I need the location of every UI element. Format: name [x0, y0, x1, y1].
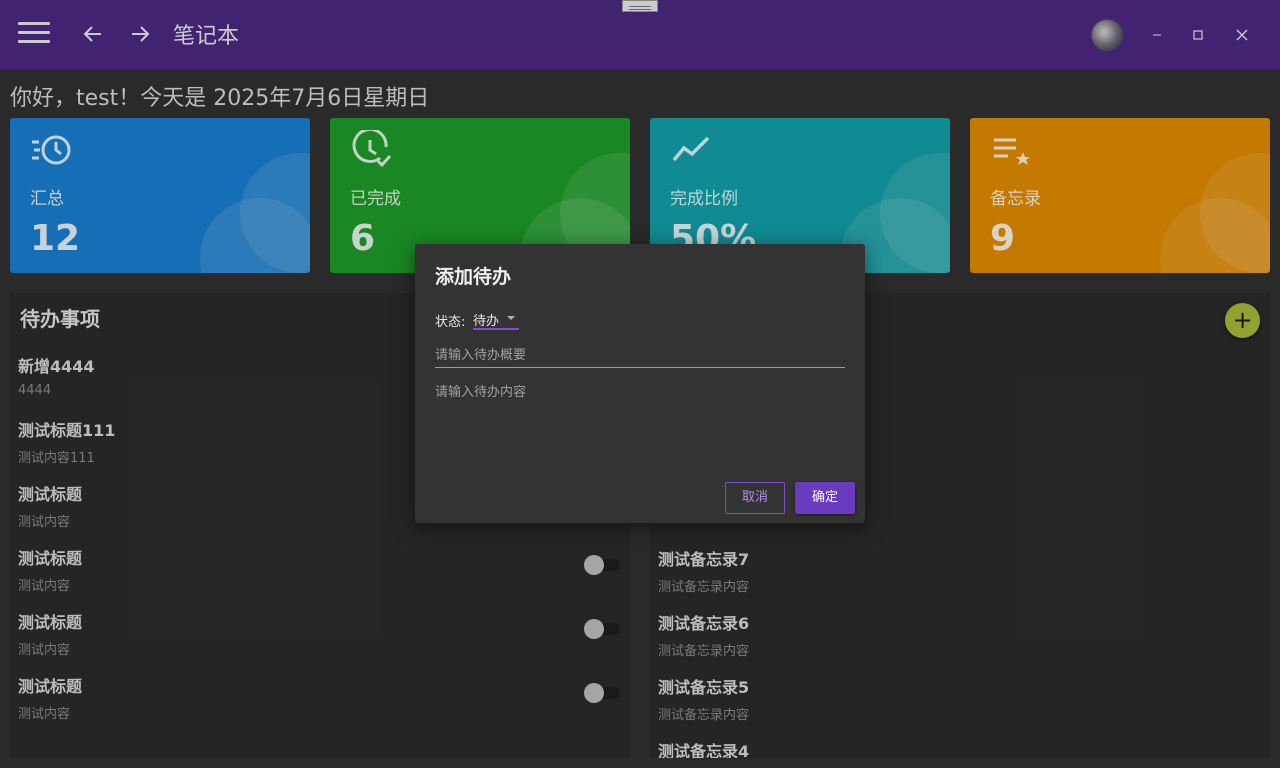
status-select-value: 待办: [473, 314, 500, 329]
todo-content-input[interactable]: 请输入待办内容: [435, 381, 845, 471]
chevron-down-icon: [507, 316, 515, 320]
status-label: 状态:: [435, 315, 466, 330]
todo-summary-input[interactable]: 请输入待办概要: [435, 344, 845, 368]
add-todo-dialog: 添加待办 状态: 待办 请输入待办概要 请输入待办内容 取消 确定: [415, 244, 865, 523]
confirm-button[interactable]: 确定: [795, 482, 855, 514]
status-select[interactable]: 待办: [473, 308, 519, 330]
cancel-button[interactable]: 取消: [725, 482, 785, 514]
dialog-title: 添加待办: [435, 266, 512, 288]
